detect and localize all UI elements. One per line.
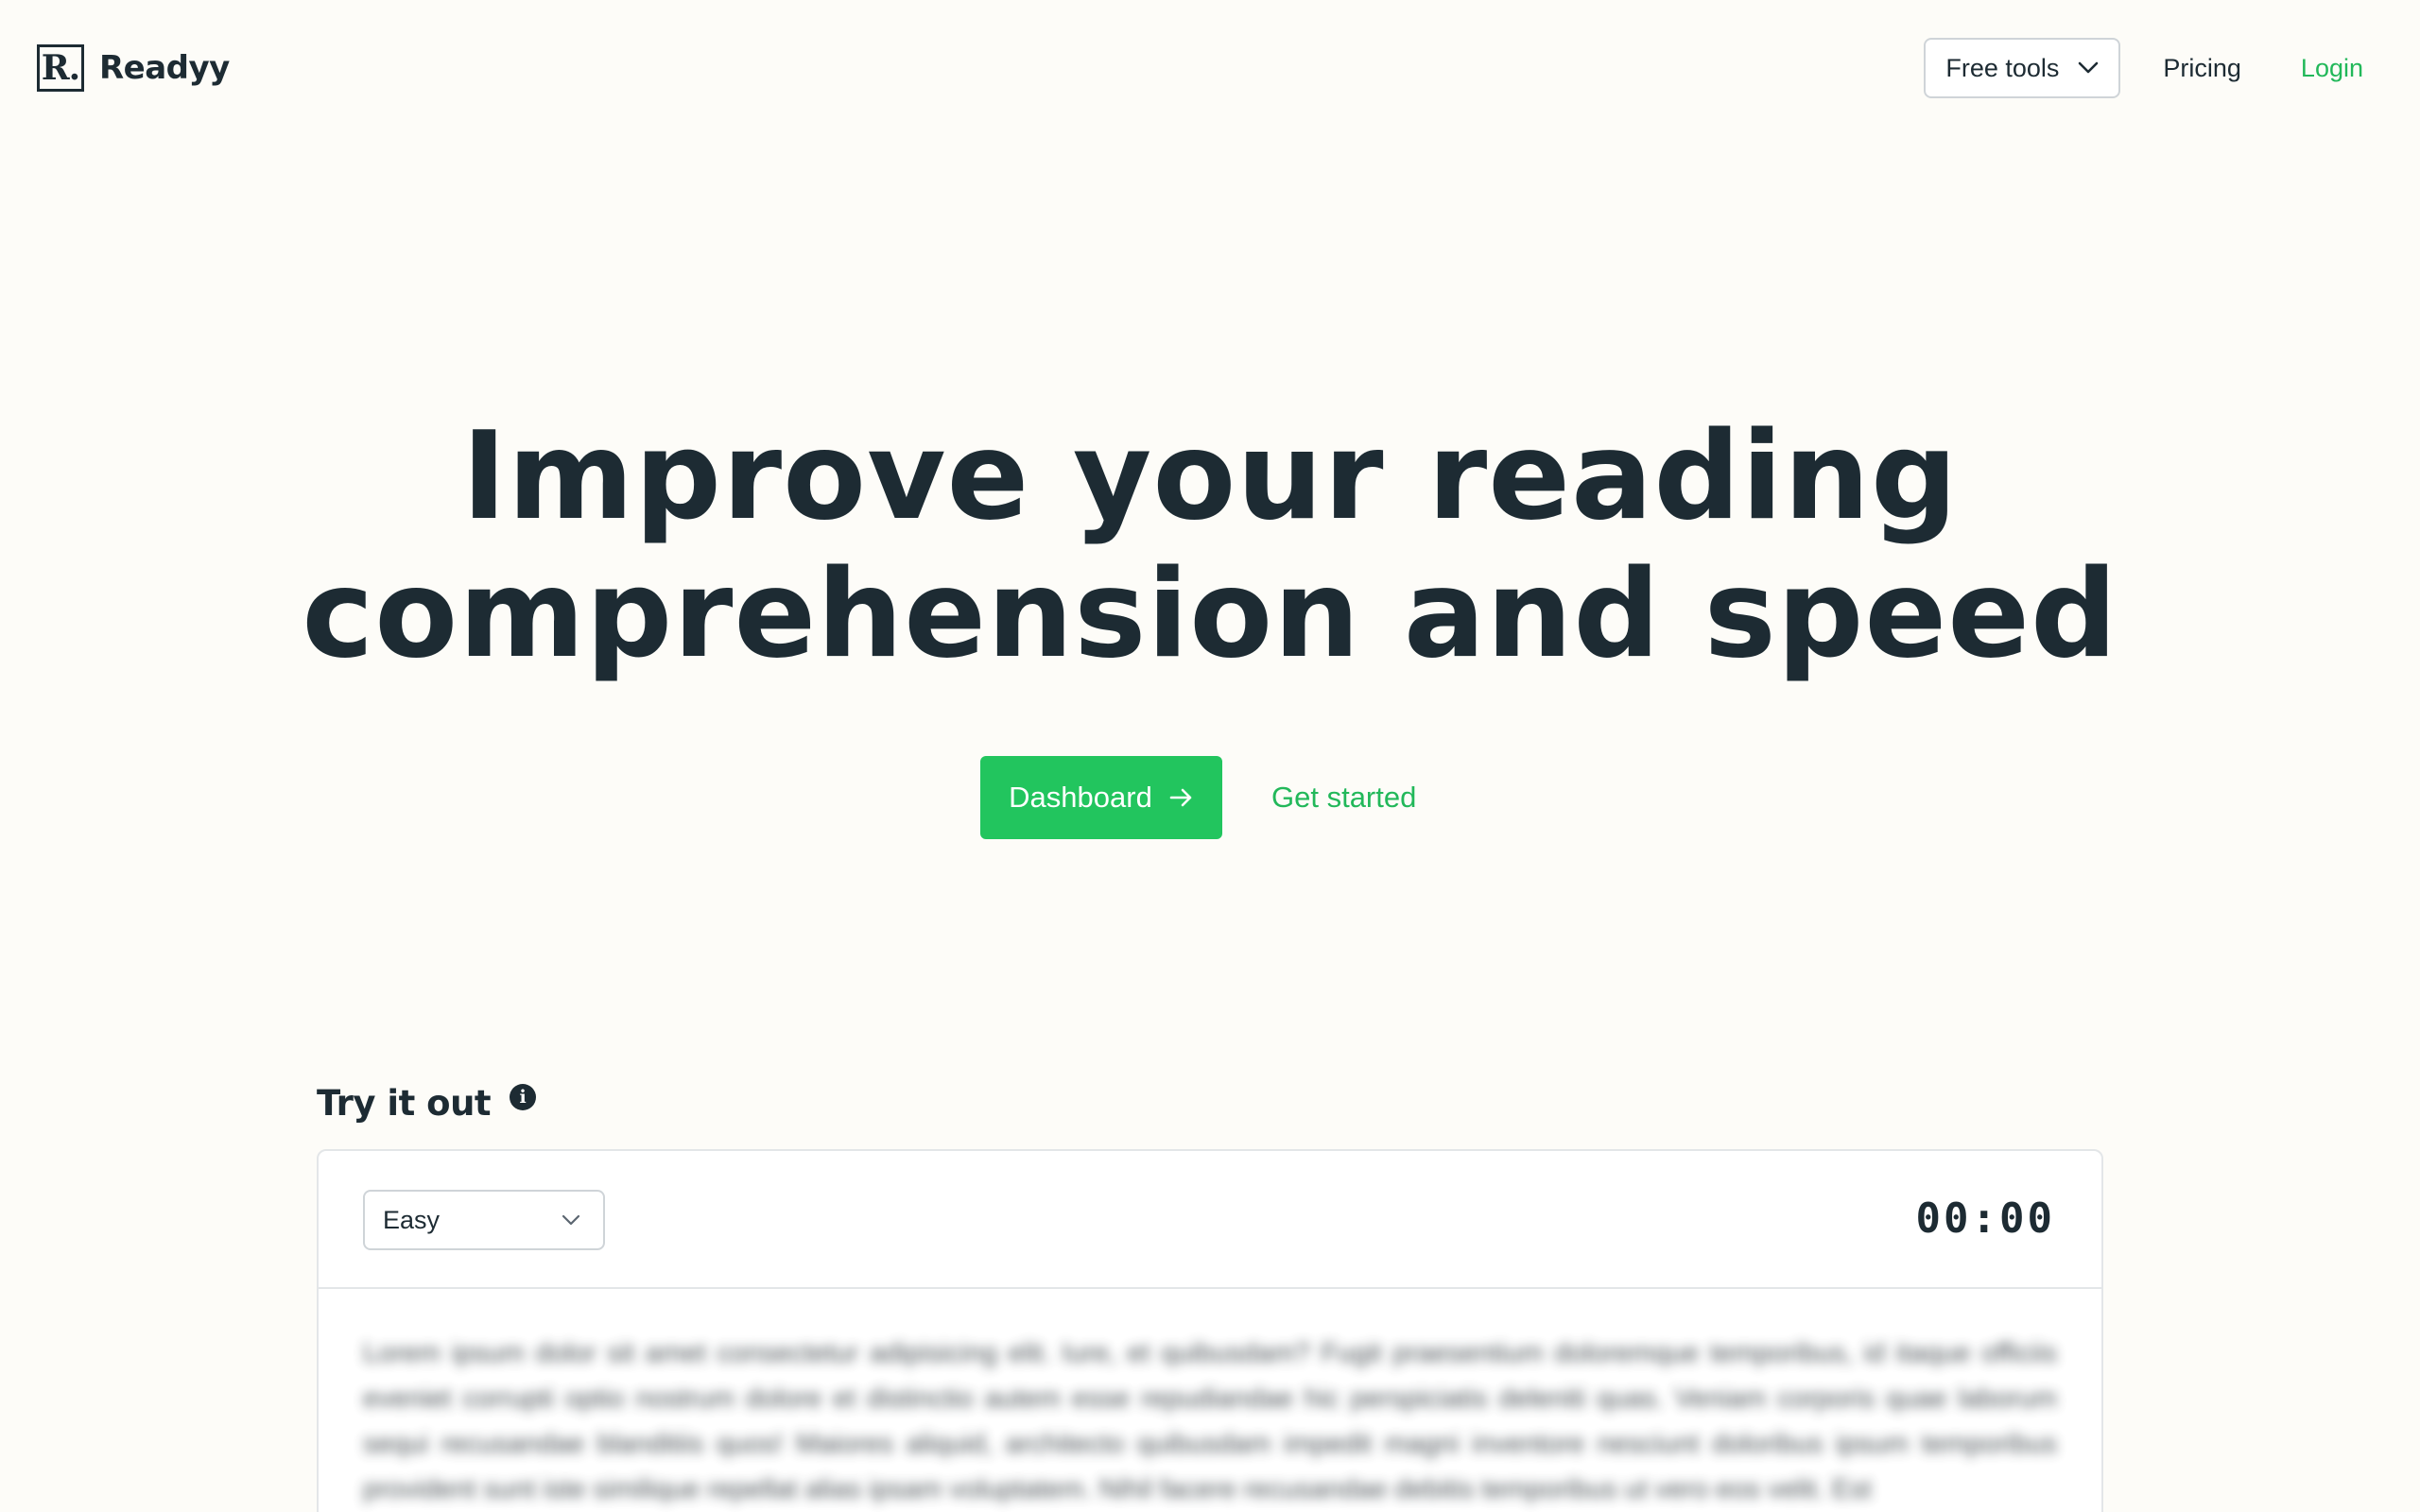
- dashboard-button[interactable]: Dashboard: [980, 756, 1222, 839]
- dashboard-button-label: Dashboard: [1009, 781, 1152, 814]
- reader-toolbar: Easy 00:00: [319, 1151, 2101, 1289]
- hero-actions: Dashboard Get started: [980, 756, 1416, 839]
- site-header: R. Readyy Free tools Pricing Login: [0, 0, 2420, 134]
- sample-reading-text: Lorem ipsum dolor sit amet consectetur a…: [363, 1338, 2057, 1504]
- brand-name: Readyy: [99, 49, 230, 87]
- pricing-link[interactable]: Pricing: [2163, 54, 2241, 83]
- get-started-link[interactable]: Get started: [1271, 781, 1416, 815]
- hero-title-line-2: comprehension and speed: [302, 544, 2118, 685]
- reader-card: Easy 00:00 Lorem ipsum dolor sit amet co…: [317, 1149, 2103, 1512]
- free-tools-label: Free tools: [1945, 53, 2060, 82]
- logo-mark: R.: [37, 44, 84, 92]
- try-it-out-title: Try it out: [317, 1083, 492, 1124]
- arrow-right-icon: [1169, 788, 1192, 807]
- chevron-down-icon: [2079, 61, 2099, 74]
- chevron-down-icon: [562, 1214, 580, 1226]
- reading-timer: 00:00: [1915, 1194, 2055, 1243]
- hero-title-line-1: Improve your reading: [461, 406, 1959, 547]
- difficulty-select[interactable]: Easy: [363, 1190, 605, 1250]
- brand-logo[interactable]: R. Readyy: [37, 44, 230, 92]
- main-nav: Free tools Pricing Login: [1924, 38, 2363, 98]
- try-it-out-heading: Try it out i: [317, 1083, 537, 1124]
- hero-title: Improve your reading comprehension and s…: [0, 408, 2420, 684]
- free-tools-dropdown[interactable]: Free tools: [1924, 38, 2121, 98]
- difficulty-selected-value: Easy: [383, 1205, 441, 1234]
- login-link[interactable]: Login: [2301, 54, 2363, 83]
- info-icon[interactable]: i: [510, 1083, 537, 1110]
